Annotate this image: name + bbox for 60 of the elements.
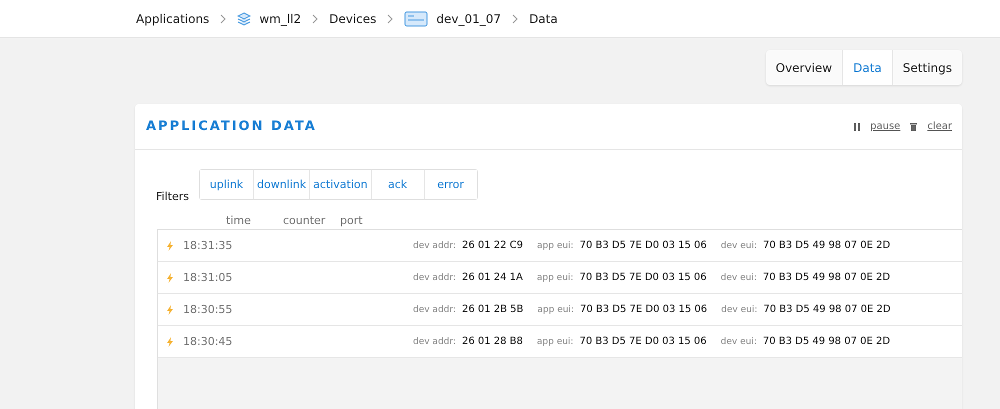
message-row[interactable]: 18:30:55 dev addr: 26 01 2B 5B app eui: 70 B3 D5 7E D0 03 15 06 dev eui: 70 B3 D5 49 98 07 0E 2D (158, 294, 962, 326)
field-label: dev addr: (413, 304, 456, 314)
field-label: app eui: (536, 272, 574, 282)
pause-icon (854, 122, 860, 130)
device-card-icon (404, 10, 428, 26)
trash-icon (910, 122, 918, 130)
field-label: dev eui: (720, 272, 757, 282)
breadcrumb-link[interactable]: dev_01_07 (436, 12, 502, 26)
chevron-icon (386, 14, 394, 24)
chevron-icon (511, 14, 520, 24)
field-label: app eui: (537, 240, 574, 250)
action-link[interactable]: pause (870, 121, 900, 132)
column-header: time (226, 214, 252, 227)
filter-button[interactable]: error (424, 170, 477, 199)
chevron-icon (219, 14, 228, 24)
column-header: counter (283, 214, 326, 227)
time-text: 18:31:05 (183, 271, 234, 284)
field-value: 70 B3 D5 49 98 07 0E 2D (763, 240, 890, 251)
card-title: APPLICATION DATA (146, 119, 317, 134)
field-label: dev eui: (720, 240, 757, 250)
chevron-icon (311, 14, 320, 24)
lightning-icon (167, 336, 173, 346)
message-row[interactable]: 18:31:35 dev addr: 26 01 22 C9 app eui: 70 B3 D5 7E D0 03 15 06 dev eui: 70 B3 D5 49 98 07 0E 2D (158, 230, 962, 262)
lightning-icon (167, 304, 173, 314)
breadcrumb-link[interactable]: wm_ll2 (259, 12, 302, 26)
field-label: dev addr: (413, 336, 456, 346)
layers-icon (237, 12, 252, 26)
field-value: 26 01 22 C9 (462, 240, 524, 251)
time-text: 18:31:35 (183, 239, 234, 252)
message-row[interactable]: 18:30:45 dev addr: 26 01 28 B8 app eui: 70 B3 D5 7E D0 03 15 06 dev eui: 70 B3 D5 49 98 07 0E 2D (158, 326, 962, 358)
field-label: dev addr: (413, 240, 456, 250)
field-label: dev eui: (721, 304, 758, 314)
filters-label: Filters (156, 190, 189, 203)
field-value: 70 B3 D5 7E D0 03 15 06 (579, 272, 707, 283)
field-value: 26 01 24 1A (462, 272, 523, 283)
tab[interactable]: Settings (892, 50, 962, 85)
field-label: app eui: (536, 336, 574, 346)
tab[interactable]: Overview (766, 50, 842, 85)
breadcrumb-link[interactable]: Devices (329, 12, 376, 26)
field-value: 70 B3 D5 7E D0 03 15 06 (579, 336, 707, 347)
field-value: 70 B3 D5 49 98 07 0E 2D (763, 304, 891, 315)
breadcrumb-link[interactable]: Data (529, 12, 558, 26)
time-text: 18:30:55 (183, 303, 234, 316)
field-value: 70 B3 D5 49 98 07 0E 2D (762, 272, 890, 283)
field-value: 26 01 28 B8 (462, 336, 523, 347)
field-label: dev addr: (413, 272, 456, 282)
field-value: 26 01 2B 5B (462, 304, 524, 315)
field-label: app eui: (537, 304, 574, 314)
field-label: dev eui: (720, 336, 757, 346)
breadcrumb-link[interactable]: Applications (136, 12, 210, 26)
field-value: 70 B3 D5 49 98 07 0E 2D (762, 336, 890, 347)
action-link[interactable]: clear (927, 121, 952, 132)
field-value: 70 B3 D5 7E D0 03 15 06 (580, 240, 707, 251)
time-text: 18:30:45 (183, 335, 234, 348)
lightning-icon (167, 272, 173, 282)
tab[interactable]: Data (842, 50, 892, 85)
field-value: 70 B3 D5 7E D0 03 15 06 (580, 304, 708, 315)
message-row[interactable]: 18:31:05 dev addr: 26 01 24 1A app eui: 70 B3 D5 7E D0 03 15 06 dev eui: 70 B3 D5 49 98 07 0E 2D (158, 262, 962, 294)
column-header: port (340, 214, 364, 227)
lightning-icon (167, 240, 173, 250)
